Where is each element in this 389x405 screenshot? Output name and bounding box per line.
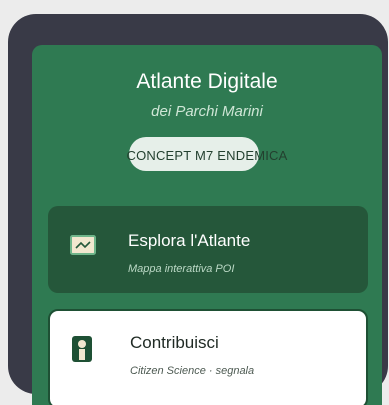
app-screen: Atlante Digitale dei Parchi Marini CONCE…: [32, 45, 382, 405]
contribute-subtitle: Citizen Science · segnala: [130, 365, 255, 377]
concept-label: CONCEPT M7 ENDEMICA: [126, 148, 288, 163]
app-subtitle: dei Parchi Marini: [151, 103, 263, 120]
explore-atlas-subtitle: Mappa interattiva POI: [128, 263, 235, 275]
contribute-card[interactable]: Contribuisci Citizen Science · segnala: [48, 309, 368, 405]
explore-atlas-title: Esplora l'Atlante: [128, 231, 251, 250]
device-frame: Atlante Digitale dei Parchi Marini CONCE…: [8, 14, 388, 405]
explore-atlas-card[interactable]: Esplora l'Atlante Mappa interattiva POI: [48, 206, 368, 293]
contribute-title: Contribuisci: [130, 333, 219, 352]
app-title: Atlante Digitale: [136, 70, 278, 93]
person-icon: [72, 336, 92, 367]
map-icon: [70, 235, 96, 260]
